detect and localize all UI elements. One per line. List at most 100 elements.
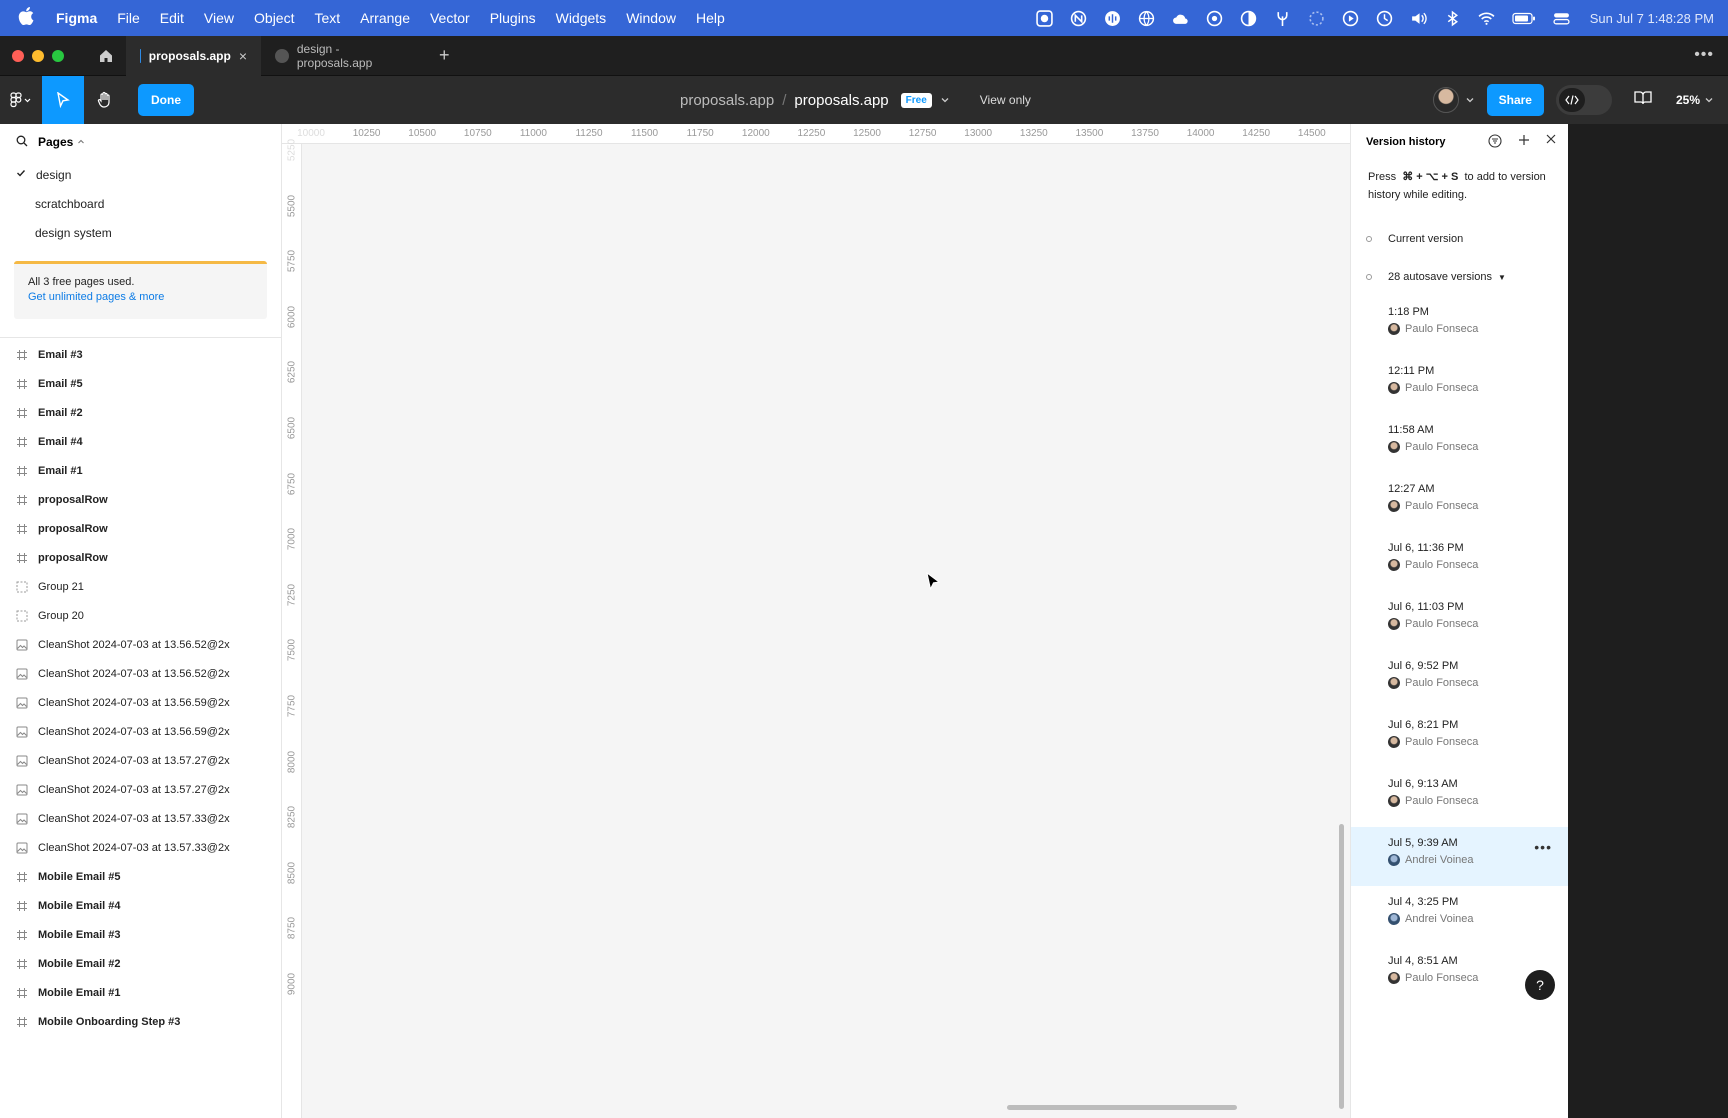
close-tab-icon[interactable]: × <box>239 48 247 64</box>
layer-row[interactable]: CleanShot 2024-07-03 at 13.56.52@2x <box>0 630 281 659</box>
layer-row[interactable]: Email #2 <box>0 398 281 427</box>
vpn-icon[interactable] <box>1069 9 1088 28</box>
plus-icon[interactable] <box>1518 134 1530 151</box>
version-item[interactable]: Jul 5, 9:39 AM Andrei Voinea ••• <box>1351 827 1568 886</box>
apple-logo-icon[interactable] <box>18 6 38 30</box>
home-icon[interactable] <box>86 36 126 76</box>
tab-proposals-app[interactable]: proposals.app × <box>126 35 261 76</box>
page-item-scratchboard[interactable]: scratchboard <box>0 189 281 218</box>
layer-row[interactable]: Email #5 <box>0 369 281 398</box>
menubar-clock[interactable]: Sun Jul 7 1:48:28 PM <box>1590 11 1714 26</box>
version-item[interactable]: 12:11 PM Paulo Fonseca <box>1351 355 1568 414</box>
zoom-level[interactable]: 25% <box>1676 93 1700 107</box>
main-menu-button[interactable] <box>0 76 42 124</box>
menu-file[interactable]: File <box>117 10 140 26</box>
menu-text[interactable]: Text <box>314 10 340 26</box>
volume-icon[interactable] <box>1409 9 1428 28</box>
layer-row[interactable]: Mobile Email #5 <box>0 862 281 891</box>
vertical-scrollbar[interactable] <box>1339 824 1344 1109</box>
more-icon[interactable]: ••• <box>1694 46 1714 64</box>
layer-row[interactable]: CleanShot 2024-07-03 at 13.56.59@2x <box>0 717 281 746</box>
bluetooth-icon[interactable] <box>1443 9 1462 28</box>
layer-row[interactable]: CleanShot 2024-07-03 at 13.57.33@2x <box>0 804 281 833</box>
layer-row[interactable]: CleanShot 2024-07-03 at 13.57.33@2x <box>0 833 281 862</box>
menu-help[interactable]: Help <box>696 10 725 26</box>
menu-vector[interactable]: Vector <box>430 10 470 26</box>
layer-row[interactable]: Mobile Email #3 <box>0 920 281 949</box>
version-item[interactable]: Jul 6, 11:36 PM Paulo Fonseca <box>1351 532 1568 591</box>
control-center-icon[interactable] <box>1552 9 1571 28</box>
move-tool-button[interactable] <box>42 76 84 124</box>
layer-row[interactable]: Mobile Email #2 <box>0 949 281 978</box>
version-item[interactable]: 1:18 PM Paulo Fonseca <box>1351 296 1568 355</box>
version-item[interactable]: 11:58 AM Paulo Fonseca <box>1351 414 1568 473</box>
chevron-down-icon[interactable] <box>940 92 950 109</box>
menu-plugins[interactable]: Plugins <box>490 10 536 26</box>
audio-icon[interactable] <box>1103 9 1122 28</box>
team-name[interactable]: proposals.app <box>680 92 774 109</box>
close-window-button[interactable] <box>12 49 24 62</box>
menu-app-name[interactable]: Figma <box>56 10 97 26</box>
layer-row[interactable]: CleanShot 2024-07-03 at 13.57.27@2x <box>0 775 281 804</box>
menu-widgets[interactable]: Widgets <box>556 10 607 26</box>
layer-row[interactable]: CleanShot 2024-07-03 at 13.56.52@2x <box>0 659 281 688</box>
record-icon[interactable] <box>1035 9 1054 28</box>
layer-row[interactable]: Mobile Email #1 <box>0 978 281 1007</box>
share-button[interactable]: Share <box>1486 84 1544 116</box>
minimize-window-button[interactable] <box>32 49 44 62</box>
menu-object[interactable]: Object <box>254 10 294 26</box>
new-tab-icon[interactable]: + <box>439 45 450 66</box>
play-icon[interactable] <box>1341 9 1360 28</box>
page-item-design-system[interactable]: design system <box>0 218 281 247</box>
version-item[interactable]: Jul 6, 9:13 AM Paulo Fonseca <box>1351 768 1568 827</box>
page-item-design[interactable]: design <box>0 160 281 189</box>
current-version[interactable]: Current version <box>1351 220 1568 258</box>
fork-icon[interactable] <box>1273 9 1292 28</box>
wifi-icon[interactable] <box>1477 9 1496 28</box>
hand-tool-button[interactable] <box>84 76 126 124</box>
pages-header[interactable]: Pages <box>0 124 281 160</box>
autosave-versions-toggle[interactable]: 28 autosave versions ▼ <box>1351 258 1568 296</box>
upgrade-link[interactable]: Get unlimited pages & more <box>28 291 253 303</box>
menu-view[interactable]: View <box>204 10 234 26</box>
aperture-icon[interactable] <box>1205 9 1224 28</box>
version-item[interactable]: Jul 4, 3:25 PM Andrei Voinea <box>1351 886 1568 945</box>
globe-icon[interactable] <box>1137 9 1156 28</box>
help-button[interactable]: ? <box>1525 970 1555 1000</box>
layer-row[interactable]: Group 21 <box>0 572 281 601</box>
layer-row[interactable]: proposalRow <box>0 543 281 572</box>
layer-row[interactable]: CleanShot 2024-07-03 at 13.56.59@2x <box>0 688 281 717</box>
maximize-window-button[interactable] <box>52 49 64 62</box>
avatar[interactable] <box>1432 87 1459 113</box>
file-name[interactable]: proposals.app <box>794 92 888 109</box>
clock-icon[interactable] <box>1375 9 1394 28</box>
close-icon[interactable] <box>1546 134 1556 151</box>
layer-row[interactable]: proposalRow <box>0 514 281 543</box>
layer-row[interactable]: Mobile Email #4 <box>0 891 281 920</box>
layer-row[interactable]: Email #4 <box>0 427 281 456</box>
menu-edit[interactable]: Edit <box>160 10 184 26</box>
loading-icon[interactable] <box>1307 9 1326 28</box>
chevron-up-icon[interactable] <box>77 138 85 146</box>
done-button[interactable]: Done <box>138 84 194 116</box>
filter-icon[interactable] <box>1488 133 1502 151</box>
battery-icon[interactable] <box>1511 9 1537 28</box>
contrast-icon[interactable] <box>1239 9 1258 28</box>
version-item[interactable]: Jul 6, 9:52 PM Paulo Fonseca <box>1351 650 1568 709</box>
search-icon[interactable] <box>16 135 28 150</box>
menu-arrange[interactable]: Arrange <box>360 10 410 26</box>
layer-row[interactable]: Email #3 <box>0 340 281 369</box>
menu-window[interactable]: Window <box>626 10 676 26</box>
layer-row[interactable]: CleanShot 2024-07-03 at 13.57.27@2x <box>0 746 281 775</box>
more-options-icon[interactable]: ••• <box>1534 839 1552 855</box>
book-icon[interactable] <box>1634 90 1652 111</box>
version-item[interactable]: Jul 6, 8:21 PM Paulo Fonseca <box>1351 709 1568 768</box>
chevron-down-icon[interactable] <box>1704 95 1714 105</box>
collaborators[interactable] <box>1432 87 1475 113</box>
tab-design-proposals-app[interactable]: design - proposals.app <box>261 36 431 76</box>
canvas[interactable]: 10000 10250 10500 10750 11000 11250 11500 11750… <box>282 124 1350 1118</box>
layer-row[interactable]: proposalRow <box>0 485 281 514</box>
version-item[interactable]: 12:27 AM Paulo Fonseca <box>1351 473 1568 532</box>
layer-row[interactable]: Email #1 <box>0 456 281 485</box>
cloud-icon[interactable] <box>1171 9 1190 28</box>
